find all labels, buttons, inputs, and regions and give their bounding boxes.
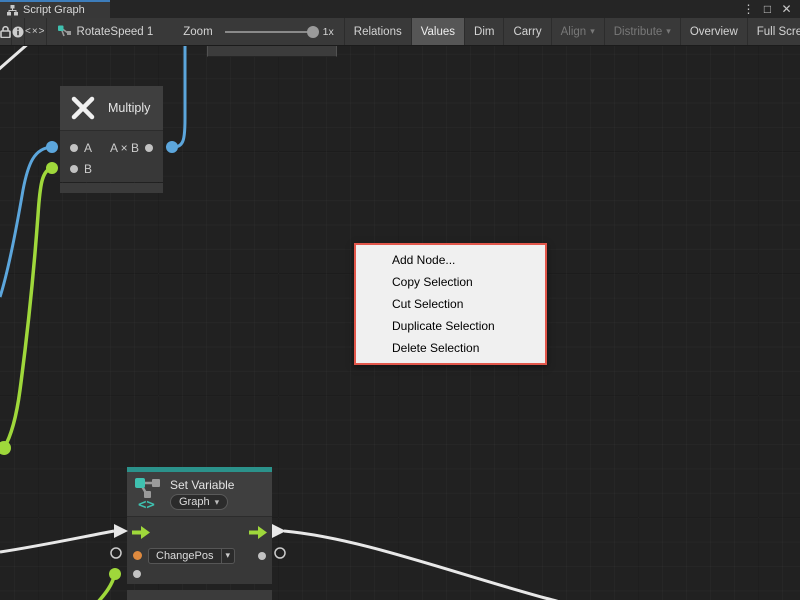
port-b-label: B — [84, 162, 92, 176]
align-button[interactable]: Align ▾ — [552, 18, 605, 45]
variable-kind-dropdown[interactable]: Graph ▾ — [170, 494, 228, 510]
zoom-label: Zoom — [183, 26, 212, 38]
info-button[interactable] — [12, 18, 25, 45]
multiply-footer — [60, 183, 163, 193]
distribute-button[interactable]: Distribute ▾ — [605, 18, 681, 45]
menu-item-delete-selection[interactable]: Delete Selection — [356, 337, 545, 359]
zoom-value: 1x — [323, 26, 334, 38]
full-screen-button[interactable]: Full Screen — [748, 18, 800, 45]
port-result-output[interactable] — [145, 144, 153, 152]
port-a-input[interactable] — [70, 144, 78, 152]
variable-name-value: ChangePos — [148, 548, 222, 564]
context-menu: Add Node... Copy Selection Cut Selection… — [354, 243, 547, 365]
set-variable-title: Set Variable — [170, 478, 234, 492]
zoom-slider-handle[interactable] — [307, 26, 319, 38]
tab-script-graph[interactable]: Script Graph — [0, 0, 110, 18]
script-graph-window: Multiply A A × B B — [0, 0, 800, 600]
graph-reference-segment: RotateSpeed 1 Zoom 1x — [47, 18, 345, 45]
dim-button[interactable]: Dim — [465, 18, 504, 45]
zoom-slider[interactable] — [225, 31, 317, 33]
set-variable-body: ChangePos ▾ — [127, 516, 272, 584]
lock-icon — [0, 26, 11, 38]
code-view-icon: <×> — [25, 26, 46, 37]
port-b-input[interactable] — [70, 165, 78, 173]
caret-down-icon: ▾ — [666, 26, 671, 37]
window-menu-icon[interactable]: ⋮ — [741, 1, 756, 17]
flow-output-arrow-icon[interactable] — [249, 526, 267, 539]
code-view-button[interactable]: <×> — [25, 18, 47, 45]
graph-reference-breadcrumb[interactable]: RotateSpeed 1 — [77, 26, 154, 38]
menu-item-add-node[interactable]: Add Node... — [356, 249, 545, 271]
caret-down-icon[interactable]: ▾ — [222, 548, 236, 564]
maximize-icon[interactable]: □ — [760, 1, 775, 17]
value-port-row — [127, 569, 272, 578]
variable-kind-label: Graph — [179, 496, 210, 508]
flow-input-arrow-icon[interactable] — [132, 526, 150, 539]
menu-item-duplicate-selection[interactable]: Duplicate Selection — [356, 315, 545, 337]
multiply-icon — [69, 94, 97, 122]
port-variable-output[interactable] — [258, 552, 266, 560]
flow-port-row — [127, 526, 272, 539]
caret-down-icon: ▾ — [590, 26, 595, 37]
set-variable-header[interactable]: <> Set Variable Graph ▾ — [127, 472, 272, 516]
node-multiply[interactable]: Multiply A A × B B — [60, 86, 163, 193]
multiply-row-a: A A × B — [60, 137, 163, 158]
window-controls: ⋮ □ ✕ — [741, 0, 800, 18]
info-icon — [12, 26, 24, 38]
set-variable-icon: <> — [133, 477, 163, 511]
node-set-variable[interactable]: <> Set Variable Graph ▾ — [127, 467, 272, 584]
port-result-label: A × B — [110, 141, 139, 155]
menu-item-copy-selection[interactable]: Copy Selection — [356, 271, 545, 293]
svg-text:<>: <> — [138, 497, 155, 511]
port-value-input[interactable] — [133, 570, 141, 578]
graph-reference-icon — [57, 25, 71, 38]
relations-button[interactable]: Relations — [345, 18, 412, 45]
caret-down-icon: ▾ — [215, 497, 220, 508]
multiply-header[interactable]: Multiply — [60, 86, 163, 130]
multiply-body: A A × B B — [60, 130, 163, 182]
values-button[interactable]: Values — [412, 18, 465, 45]
port-variable-name[interactable] — [133, 551, 142, 560]
carry-button[interactable]: Carry — [504, 18, 551, 45]
graph-tab-icon — [7, 5, 18, 16]
close-icon[interactable]: ✕ — [779, 1, 794, 17]
port-a-label: A — [84, 141, 92, 155]
graph-toolbar: <×> RotateSpeed 1 Zoom 1x Relations Valu… — [0, 18, 800, 46]
variable-name-dropdown[interactable]: ChangePos ▾ — [148, 548, 235, 564]
overview-button[interactable]: Overview — [681, 18, 748, 45]
tab-label: Script Graph — [23, 4, 85, 16]
multiply-title: Multiply — [108, 101, 150, 115]
multiply-row-b: B — [60, 158, 163, 179]
set-variable-footer — [127, 590, 272, 600]
variable-port-row: ChangePos ▾ — [127, 546, 272, 565]
lock-button[interactable] — [0, 18, 12, 45]
tab-bar: Script Graph ⋮ □ ✕ — [0, 0, 800, 18]
menu-item-cut-selection[interactable]: Cut Selection — [356, 293, 545, 315]
